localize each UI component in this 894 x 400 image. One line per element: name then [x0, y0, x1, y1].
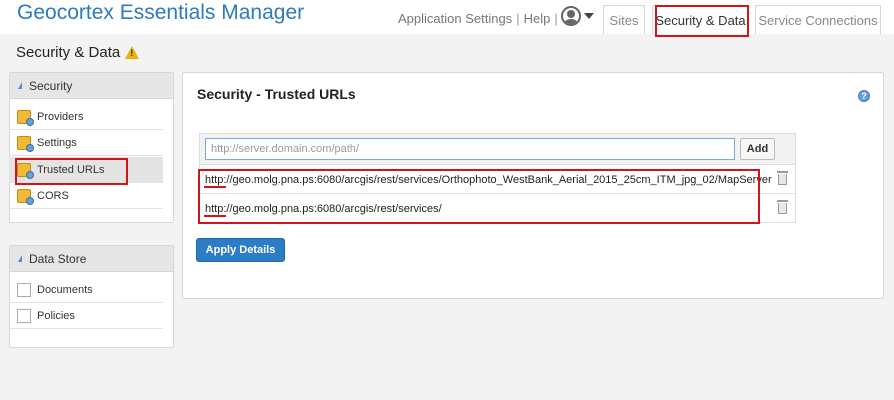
lock-icon: [17, 162, 34, 179]
link-separator: |: [554, 11, 558, 26]
sidebar-item-settings[interactable]: Settings: [9, 130, 163, 156]
chevron-down-icon: [584, 13, 594, 19]
url-text: http://geo.molg.pna.ps:6080/arcgis/rest/…: [205, 173, 772, 186]
trash-icon[interactable]: [777, 171, 788, 185]
lock-icon: [17, 109, 34, 126]
sidebar-item-label: Trusted URLs: [37, 163, 105, 176]
url-row[interactable]: http://geo.molg.pna.ps:6080/arcgis/rest/…: [200, 166, 795, 194]
document-icon: [14, 308, 31, 326]
link-separator: |: [516, 11, 520, 26]
trash-icon[interactable]: [777, 200, 788, 214]
lock-icon: [17, 188, 34, 205]
data-store-panel-title: Data Store: [29, 251, 87, 266]
tab-security-data[interactable]: Security & Data: [652, 5, 749, 34]
warning-icon[interactable]: !: [125, 46, 140, 59]
page-title-text: Security & Data: [16, 44, 121, 61]
url-row[interactable]: http://geo.molg.pna.ps:6080/arcgis/rest/…: [200, 195, 795, 223]
collapse-triangle-icon: [18, 82, 22, 89]
help-icon[interactable]: ?: [858, 90, 870, 102]
data-store-panel-header[interactable]: Data Store: [10, 246, 173, 272]
underline-annotation: [204, 186, 226, 188]
url-text: http://geo.molg.pna.ps:6080/arcgis/rest/…: [205, 202, 442, 215]
add-button[interactable]: Add: [740, 138, 775, 160]
tab-sites[interactable]: Sites: [603, 5, 645, 34]
sidebar-item-documents[interactable]: Documents: [9, 277, 163, 303]
app-title[interactable]: Geocortex Essentials Manager: [17, 1, 304, 25]
collapse-triangle-icon: [18, 255, 22, 262]
tab-service-connections[interactable]: Service Connections: [755, 5, 881, 34]
sidebar-item-label: Documents: [37, 283, 93, 296]
user-menu[interactable]: [561, 6, 594, 26]
top-header: Geocortex Essentials Manager Application…: [0, 0, 894, 34]
url-input-row: Add: [200, 134, 795, 165]
top-links: Application Settings | Help |: [398, 11, 562, 26]
sidebar-item-cors[interactable]: CORS: [9, 183, 163, 209]
lock-icon: [17, 135, 34, 152]
security-panel-title: Security: [29, 78, 73, 93]
user-icon: [561, 6, 581, 26]
section-title: Security - Trusted URLs: [197, 86, 356, 102]
underline-annotation: [204, 215, 226, 217]
document-icon: [14, 282, 31, 300]
sidebar-item-label: Policies: [37, 309, 75, 322]
page-title: Security & Data !: [16, 44, 140, 61]
sidebar-item-trusted-urls[interactable]: Trusted URLs: [9, 157, 163, 183]
sidebar-item-label: Providers: [37, 110, 84, 123]
security-panel-header[interactable]: Security: [10, 73, 173, 99]
sidebar-item-label: Settings: [37, 136, 77, 149]
sidebar-item-label: CORS: [37, 189, 69, 202]
sidebar-item-providers[interactable]: Providers: [9, 104, 163, 130]
trusted-urls-table: Add http://geo.molg.pna.ps:6080/arcgis/r…: [199, 133, 796, 223]
url-input[interactable]: [205, 138, 735, 160]
help-link[interactable]: Help: [524, 11, 551, 26]
apply-details-button[interactable]: Apply Details: [196, 238, 285, 262]
application-settings-link[interactable]: Application Settings: [398, 11, 512, 26]
sidebar-item-policies[interactable]: Policies: [9, 303, 163, 329]
